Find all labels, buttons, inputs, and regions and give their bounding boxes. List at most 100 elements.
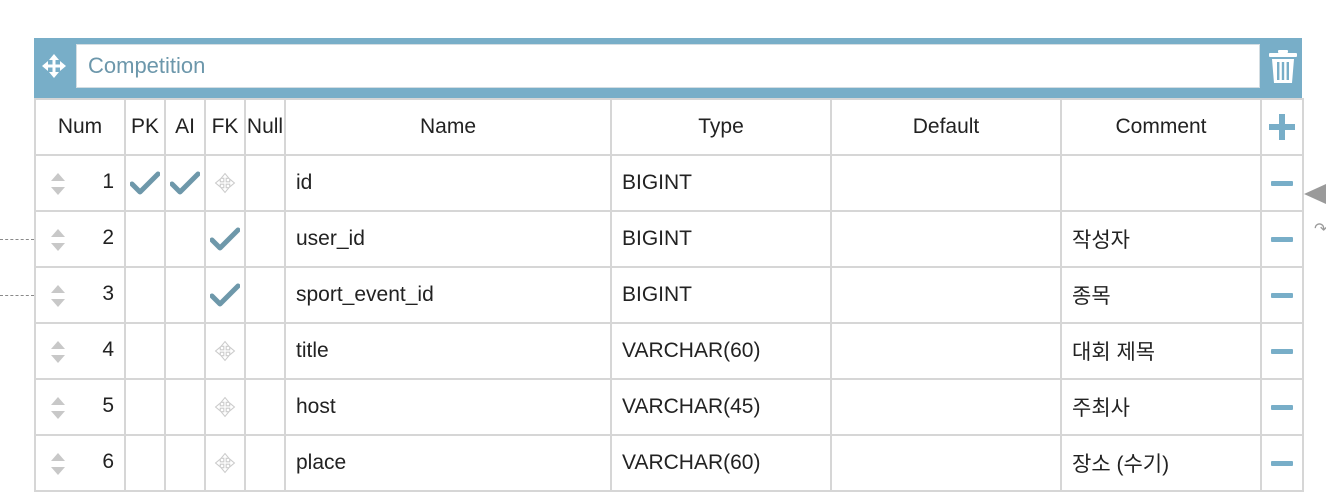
column-name-cell[interactable]: user_id [284,210,612,268]
trash-icon[interactable] [1268,50,1298,84]
pk-cell[interactable] [124,210,166,268]
table-name-input[interactable] [76,44,1260,88]
column-comment-cell[interactable]: 장소 (수기) [1060,434,1262,492]
remove-cell [1260,322,1304,380]
table-header-bar [34,38,1302,98]
table-row: 4 title VARCHAR(60) 대회 제목 [34,322,1304,380]
minus-icon[interactable] [1271,460,1293,466]
pk-cell[interactable] [124,266,166,324]
row-number: 1 [102,170,114,193]
column-name-cell[interactable]: host [284,378,612,436]
sort-handle-icon[interactable] [50,228,66,252]
ai-cell[interactable] [164,322,206,380]
header-pk: PK [124,98,166,156]
column-type-cell[interactable]: BIGINT [610,266,832,324]
row-number: 4 [102,338,114,361]
minus-icon[interactable] [1271,236,1293,242]
sort-handle-icon[interactable] [50,284,66,308]
header-num: Num [34,98,126,156]
minus-icon[interactable] [1271,292,1293,298]
column-name-cell[interactable]: title [284,322,612,380]
ai-cell[interactable] [164,378,206,436]
plus-icon[interactable] [1268,113,1296,141]
table-row: 1 id BIGINT [34,154,1304,212]
fk-cell[interactable] [204,378,246,436]
sort-handle-icon[interactable] [50,172,66,196]
minus-icon[interactable] [1271,404,1293,410]
sort-handle-icon[interactable] [50,340,66,364]
null-cell[interactable] [244,378,286,436]
fk-drag-icon [214,453,236,474]
column-comment-cell[interactable]: 대회 제목 [1060,322,1262,380]
column-default-cell[interactable] [830,210,1062,268]
column-name-cell[interactable]: id [284,154,612,212]
num-cell: 3 [34,266,126,324]
header-null: Null [244,98,286,156]
num-cell: 5 [34,378,126,436]
header-name: Name [284,98,612,156]
header-ai: AI [164,98,206,156]
column-comment-cell[interactable]: 작성자 [1060,210,1262,268]
check-icon [210,283,240,307]
fk-cell[interactable] [204,322,246,380]
minus-icon[interactable] [1271,180,1293,186]
table-row: 2 user_id BIGINT 작성자 [34,210,1304,268]
row-number: 6 [102,450,114,473]
fk-cell[interactable] [204,434,246,492]
column-type-cell[interactable]: BIGINT [610,210,832,268]
table-row: 6 place VARCHAR(60) 장소 (수기) [34,434,1304,492]
column-comment-cell[interactable]: 종목 [1060,266,1262,324]
minus-icon[interactable] [1271,348,1293,354]
null-cell[interactable] [244,154,286,212]
column-type-cell[interactable]: VARCHAR(45) [610,378,832,436]
null-cell[interactable] [244,434,286,492]
check-icon [210,227,240,251]
pk-cell[interactable] [124,322,166,380]
column-name-cell[interactable]: place [284,434,612,492]
column-default-cell[interactable] [830,154,1062,212]
table-card: Num PK AI FK Null Name Type Default Comm… [34,38,1304,492]
column-default-cell[interactable] [830,378,1062,436]
column-comment-cell[interactable] [1060,154,1262,212]
header-comment: Comment [1060,98,1262,156]
relation-arrow-icon [1304,184,1326,204]
header-type: Type [610,98,832,156]
pk-cell[interactable] [124,378,166,436]
null-cell[interactable] [244,266,286,324]
num-cell: 1 [34,154,126,212]
header-default: Default [830,98,1062,156]
column-comment-cell[interactable]: 주최사 [1060,378,1262,436]
column-name-cell[interactable]: sport_event_id [284,266,612,324]
row-number: 2 [102,226,114,249]
ai-cell[interactable] [164,434,206,492]
ai-cell[interactable] [164,154,206,212]
null-cell[interactable] [244,210,286,268]
fk-cell[interactable] [204,210,246,268]
null-cell[interactable] [244,322,286,380]
move-arrows-icon[interactable] [40,52,68,80]
column-default-cell[interactable] [830,266,1062,324]
column-type-cell[interactable]: VARCHAR(60) [610,434,832,492]
relation-curl-icon: ↷ [1314,221,1326,238]
num-cell: 2 [34,210,126,268]
fk-drag-icon [214,397,236,418]
pk-cell[interactable] [124,154,166,212]
columns-header-row: Num PK AI FK Null Name Type Default Comm… [34,98,1304,156]
fk-cell[interactable] [204,266,246,324]
pk-cell[interactable] [124,434,166,492]
sort-handle-icon[interactable] [50,396,66,420]
fk-drag-icon [214,173,236,194]
column-type-cell[interactable]: BIGINT [610,154,832,212]
fk-cell[interactable] [204,154,246,212]
ai-cell[interactable] [164,266,206,324]
header-add-cell [1260,98,1304,156]
column-default-cell[interactable] [830,434,1062,492]
column-type-cell[interactable]: VARCHAR(60) [610,322,832,380]
remove-cell [1260,154,1304,212]
ai-cell[interactable] [164,210,206,268]
table-row: 3 sport_event_id BIGINT 종목 [34,266,1304,324]
column-default-cell[interactable] [830,322,1062,380]
remove-cell [1260,210,1304,268]
sort-handle-icon[interactable] [50,452,66,476]
num-cell: 6 [34,434,126,492]
